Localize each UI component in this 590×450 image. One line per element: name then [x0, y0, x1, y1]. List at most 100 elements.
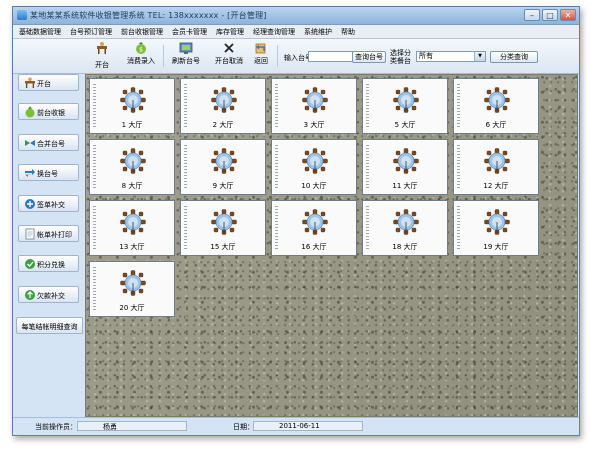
close-button[interactable]: ✕ [560, 9, 576, 21]
table-tile[interactable]: 8 大厅 [89, 139, 175, 195]
dining-table-icon [484, 87, 510, 113]
app-icon [17, 10, 27, 20]
menu-manager-query[interactable]: 经理查询管理 [253, 27, 295, 37]
sidebar-item-debt-payment[interactable]: 欠款补交 [18, 286, 79, 303]
dining-table-icon [211, 209, 237, 235]
table-tile[interactable]: 18 大厅 [362, 200, 448, 256]
cancel-open-icon [224, 43, 234, 53]
menu-inventory[interactable]: 库存管理 [216, 27, 244, 37]
date-label: 日期： [233, 423, 254, 431]
category-query-button[interactable]: 分类查询 [490, 51, 538, 63]
table-tile[interactable]: 16 大厅 [271, 200, 357, 256]
sidebar-item-swap-table[interactable]: 换台号 [18, 164, 79, 181]
table-tile[interactable]: 1 大厅 [89, 78, 175, 134]
return-icon [255, 43, 266, 54]
open-table-icon [25, 77, 35, 88]
table-label: 8 大厅 [121, 182, 143, 190]
menu-bar: 基础数据管理 台号预订管理 前台收银管理 会员卡管理 库存管理 经理查询管理 系… [13, 25, 579, 39]
dining-table-icon [211, 87, 237, 113]
table-label: 13 大厅 [119, 243, 145, 251]
table-tile[interactable]: 6 大厅 [453, 78, 539, 134]
sidebar-item-points-exchange[interactable]: 积分兑换 [18, 255, 79, 272]
signed-bill-icon [25, 199, 35, 209]
dining-table-icon [120, 148, 146, 174]
table-label: 19 大厅 [483, 243, 509, 251]
table-label: 10 大厅 [301, 182, 327, 190]
refresh-table-button[interactable]: 刷新台号 [166, 41, 206, 71]
dining-table-icon [120, 270, 146, 296]
consumption-entry-button[interactable]: $ 消费录入 [121, 41, 161, 71]
dining-table-icon [484, 148, 510, 174]
cashier-icon [25, 106, 35, 118]
dining-table-icon [393, 148, 419, 174]
sidebar-item-open-table[interactable]: 开台 [18, 74, 79, 91]
dining-table-icon [120, 87, 146, 113]
table-tile[interactable]: 10 大厅 [271, 139, 357, 195]
return-button[interactable]: 返回 [243, 41, 279, 71]
table-label: 6 大厅 [485, 121, 507, 129]
category-select[interactable]: 所有 ▼ [416, 51, 486, 62]
sidebar: 开台 前台收银 合并台号 换台号 签单补交 帐单补打印 积分兑换 欠款补交 每笔… [14, 74, 84, 416]
refresh-table-icon [179, 42, 193, 54]
open-table-icon [97, 42, 107, 54]
table-tile[interactable]: 5 大厅 [362, 78, 448, 134]
sidebar-item-reprint-bill[interactable]: 帐单补打印 [18, 225, 79, 242]
table-tile[interactable]: 3 大厅 [271, 78, 357, 134]
dining-table-icon [302, 87, 328, 113]
toolbar: 开台 $ 消费录入 刷新台号 开台取消 返回 输入台号 查询台号 选择分 类餐台… [13, 39, 579, 74]
title-bar[interactable]: 某地某某系统软件收银管理系统 TEL: 138xxxxxxx - [开台管理] … [13, 7, 579, 25]
swap-table-icon [25, 169, 35, 177]
dining-table-icon [393, 209, 419, 235]
dining-table-icon [393, 87, 419, 113]
dining-table-icon [484, 209, 510, 235]
dining-table-icon [120, 209, 146, 235]
menu-table-booking[interactable]: 台号预订管理 [70, 27, 112, 37]
table-label: 20 大厅 [119, 304, 145, 312]
table-tile[interactable]: 20 大厅 [89, 261, 175, 317]
table-grid: 1 大厅 2 大厅 3 大厅 5 大厅 6 大厅 8 大厅 9 大厅 10 大厅 11 大厅 12… [85, 74, 578, 417]
table-tile[interactable]: 2 大厅 [180, 78, 266, 134]
debt-payment-icon [25, 290, 35, 300]
menu-help[interactable]: 帮助 [341, 27, 355, 37]
reprint-bill-icon [25, 228, 35, 240]
table-tile[interactable]: 11 大厅 [362, 139, 448, 195]
table-label: 16 大厅 [301, 243, 327, 251]
status-bar: 当前操作员： 杨勇 日期： 2011-06-11 [13, 417, 579, 435]
table-tile[interactable]: 12 大厅 [453, 139, 539, 195]
maximize-button[interactable]: □ [542, 9, 558, 21]
menu-system-maintenance[interactable]: 系统维护 [304, 27, 332, 37]
table-tile[interactable]: 13 大厅 [89, 200, 175, 256]
dining-table-icon [302, 148, 328, 174]
query-table-button[interactable]: 查询台号 [352, 51, 386, 63]
table-label: 9 大厅 [212, 182, 234, 190]
date-value: 2011-06-11 [279, 422, 320, 430]
chevron-down-icon[interactable]: ▼ [474, 52, 485, 61]
sidebar-item-front-cashier[interactable]: 前台收银 [18, 103, 79, 120]
table-label: 3 大厅 [303, 121, 325, 129]
svg-text:$: $ [139, 47, 143, 54]
table-tile[interactable]: 9 大厅 [180, 139, 266, 195]
table-label: 5 大厅 [394, 121, 416, 129]
table-label: 11 大厅 [392, 182, 418, 190]
consumption-entry-icon: $ [136, 42, 146, 54]
sidebar-item-checkout-detail-query[interactable]: 每笔结帐明细查询 [16, 317, 83, 334]
dining-table-icon [302, 209, 328, 235]
menu-basic-data[interactable]: 基础数据管理 [19, 27, 61, 37]
main-window: 某地某某系统软件收银管理系统 TEL: 138xxxxxxx - [开台管理] … [12, 6, 580, 436]
table-label: 12 大厅 [483, 182, 509, 190]
sidebar-item-merge-table[interactable]: 合并台号 [18, 134, 79, 151]
menu-front-cashier[interactable]: 前台收银管理 [121, 27, 163, 37]
table-tile[interactable]: 15 大厅 [180, 200, 266, 256]
table-label: 2 大厅 [212, 121, 234, 129]
table-label: 1 大厅 [121, 121, 143, 129]
minimize-button[interactable]: – [524, 9, 540, 21]
open-table-toolbar-button[interactable]: 开台 [85, 41, 119, 71]
points-exchange-icon [25, 259, 35, 269]
sidebar-item-signed-bill[interactable]: 签单补交 [18, 195, 79, 212]
table-label: 15 大厅 [210, 243, 236, 251]
window-title: 某地某某系统软件收银管理系统 TEL: 138xxxxxxx - [开台管理] [30, 11, 267, 20]
menu-member-card[interactable]: 会员卡管理 [172, 27, 207, 37]
category-label-line2: 类餐台 [390, 57, 411, 65]
table-tile[interactable]: 19 大厅 [453, 200, 539, 256]
dining-table-icon [211, 148, 237, 174]
